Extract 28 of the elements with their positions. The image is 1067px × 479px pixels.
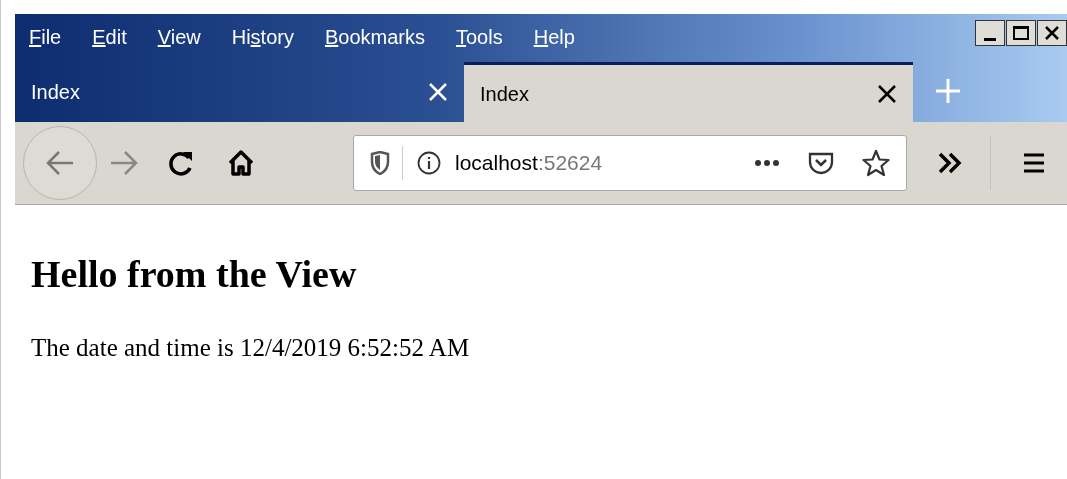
url-text: localhost:52624 [455, 150, 603, 177]
minimize-button[interactable] [975, 20, 1005, 46]
star-icon[interactable] [862, 149, 890, 177]
tab[interactable]: Index [15, 62, 464, 122]
menu-item[interactable]: Help [533, 22, 575, 52]
date-text: The date and time is 12/4/2019 6:52:52 AM [31, 332, 471, 363]
menu-item[interactable]: File [29, 22, 62, 52]
shield-icon[interactable] [370, 151, 390, 175]
back-arrow-icon [45, 150, 75, 176]
tab[interactable]: Index [464, 62, 913, 122]
menu-item[interactable]: Bookmarks [324, 22, 425, 52]
close-icon [1045, 26, 1059, 40]
page-heading: Hello from the View [31, 252, 358, 297]
menu-item[interactable]: View [157, 22, 201, 52]
close-icon[interactable] [877, 83, 897, 104]
menu-item[interactable]: Edit [92, 22, 127, 52]
menu-icon[interactable] [1023, 153, 1045, 173]
overflow-chevron-icon[interactable] [938, 152, 962, 174]
reload-icon[interactable] [167, 149, 195, 177]
info-icon[interactable] [417, 151, 441, 175]
close-button[interactable] [1037, 20, 1067, 46]
menu-item[interactable]: Tools [456, 22, 503, 52]
maximize-button[interactable] [1006, 20, 1036, 46]
more-icon[interactable] [754, 159, 780, 167]
menu-item[interactable]: History [231, 22, 294, 52]
address-bar[interactable]: localhost:52624 [353, 135, 907, 191]
pocket-icon[interactable] [808, 151, 834, 175]
home-icon[interactable] [227, 149, 255, 177]
